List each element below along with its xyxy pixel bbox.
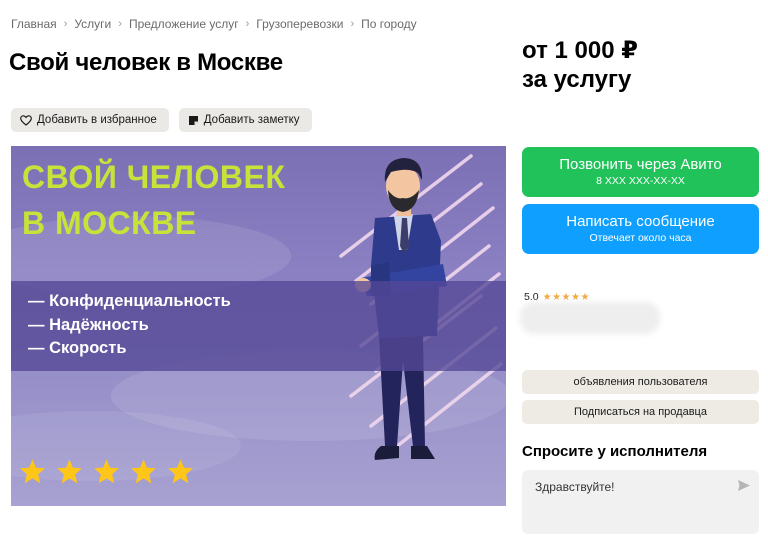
- chevron-right-icon: ›: [350, 18, 355, 30]
- banner-feature-list: — Конфиденциальность — Надёжность — Скор…: [28, 290, 231, 361]
- listing-banner-image[interactable]: СВОЙ ЧЕЛОВЕК В МОСКВЕ — Конфиденциальнос…: [11, 146, 506, 506]
- message-button-response-time: Отвечает около часа: [589, 232, 692, 244]
- note-icon: [188, 115, 199, 126]
- breadcrumb-cargo[interactable]: Грузоперевозки: [256, 17, 343, 31]
- subscribe-seller-button[interactable]: Подписаться на продавца: [522, 400, 759, 424]
- chevron-right-icon: ›: [63, 18, 68, 30]
- seller-name-placeholder: [520, 302, 660, 334]
- message-button-label: Написать сообщение: [566, 213, 715, 230]
- banner-heading-line-2: В МОСКВЕ: [22, 205, 197, 241]
- banner-heading-line-1: СВОЙ ЧЕЛОВЕК: [22, 159, 286, 195]
- price-unit: за услугу: [522, 66, 632, 93]
- page-title: Свой человек в Москве: [9, 49, 283, 76]
- banner-feature: — Скорость: [28, 339, 127, 357]
- ask-section-title: Спросите у исполнителя: [522, 443, 708, 460]
- star-icon: [93, 458, 120, 484]
- add-to-favorites-button[interactable]: Добавить в избранное: [11, 108, 169, 132]
- call-button-phone: 8 XXX XXX-XX-XX: [596, 175, 685, 187]
- star-icon: [56, 458, 83, 484]
- listing-actions: Добавить в избранное Добавить заметку: [11, 108, 312, 132]
- add-note-button[interactable]: Добавить заметку: [178, 108, 312, 132]
- banner-feature: — Конфиденциальность: [28, 292, 231, 310]
- breadcrumb-city[interactable]: По городу: [361, 17, 417, 31]
- breadcrumb-services[interactable]: Услуги: [74, 17, 111, 31]
- banner-heading: СВОЙ ЧЕЛОВЕК В МОСКВЕ: [22, 154, 285, 246]
- add-note-label: Добавить заметку: [203, 114, 300, 126]
- call-via-avito-button[interactable]: Позвонить через Авито 8 XXX XXX-XX-XX: [522, 147, 759, 197]
- chevron-right-icon: ›: [245, 18, 250, 30]
- star-icon: [130, 458, 157, 484]
- breadcrumb-home[interactable]: Главная: [11, 17, 57, 31]
- ask-message-box: [522, 470, 759, 534]
- breadcrumb: Главная › Услуги › Предложение услуг › Г…: [11, 17, 417, 31]
- write-message-button[interactable]: Написать сообщение Отвечает около часа: [522, 204, 759, 254]
- star-icon: [167, 458, 194, 484]
- banner-stars: [19, 458, 194, 484]
- call-button-label: Позвонить через Авито: [559, 156, 722, 173]
- price: от 1 000 ₽ за услугу: [522, 36, 638, 94]
- send-icon[interactable]: [737, 479, 751, 497]
- breadcrumb-service-offers[interactable]: Предложение услуг: [129, 17, 239, 31]
- chevron-right-icon: ›: [118, 18, 122, 30]
- banner-feature: — Надёжность: [28, 315, 149, 334]
- heart-icon: [20, 114, 32, 126]
- rating-stars-icon: ★★★★★: [542, 291, 590, 303]
- star-icon: [19, 458, 46, 484]
- user-ads-button[interactable]: объявления пользователя: [522, 370, 759, 394]
- price-value: от 1 000 ₽: [522, 37, 638, 64]
- add-to-favorites-label: Добавить в избранное: [37, 114, 157, 126]
- ask-message-input[interactable]: [535, 480, 725, 494]
